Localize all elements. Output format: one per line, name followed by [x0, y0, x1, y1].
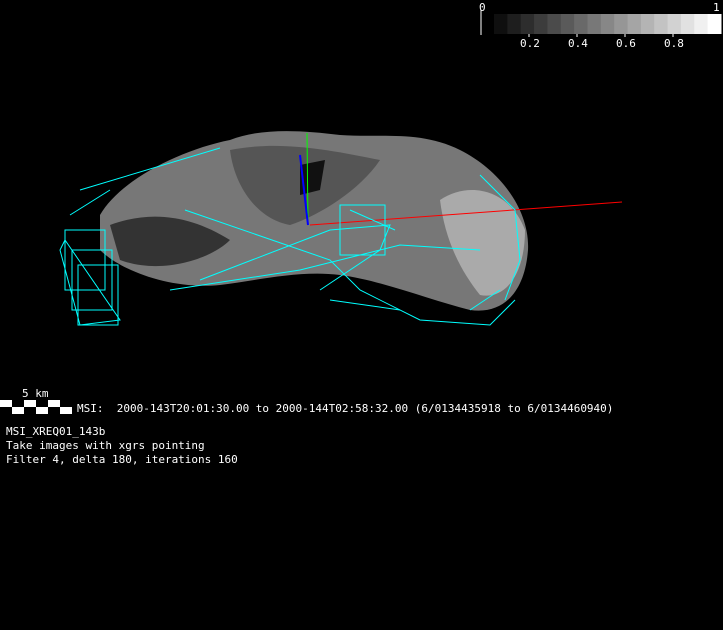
colorbar-swatch: [680, 14, 695, 34]
colorbar-max-label: 1: [713, 1, 720, 14]
sequence-name: MSI_XREQ01_143b: [6, 425, 106, 438]
colorbar-swatch: [614, 14, 629, 34]
colorbar-swatch: [600, 14, 615, 34]
colorbar-tick-label: 0.6: [616, 37, 636, 50]
colorbar-swatch: [560, 14, 575, 34]
colorbar-swatch: [587, 14, 602, 34]
asteroid-3d-view[interactable]: [0, 0, 723, 630]
colorbar-swatch: [574, 14, 588, 34]
scale-bar: [0, 400, 72, 414]
colorbar-swatch: [494, 14, 508, 34]
colorbar-swatch: [654, 14, 669, 34]
colorbar-tick-label: 0.2: [520, 37, 540, 50]
asteroid-shape: [100, 131, 529, 311]
colorbar-swatch: [520, 14, 535, 34]
colorbar-tick-label: 0.8: [664, 37, 684, 50]
colorbar-swatch: [627, 14, 642, 34]
colorbar-swatch: [640, 14, 655, 34]
colorbar-swatch: [534, 14, 548, 34]
scale-bar-label: 5 km: [22, 387, 49, 400]
colorbar-tick-label: 0.4: [568, 37, 588, 50]
colorbar-min-label: 0: [479, 1, 486, 14]
time-range-text: MSI: 2000-143T20:01:30.00 to 2000-144T02…: [77, 402, 614, 415]
colorbar-swatch: [694, 14, 709, 34]
sequence-description: Take images with xgrs pointing: [6, 439, 205, 452]
colorbar-swatch: [667, 14, 682, 34]
colorbar-swatch: [507, 14, 522, 34]
colorbar: [480, 10, 722, 37]
sequence-parameters: Filter 4, delta 180, iterations 160: [6, 453, 238, 466]
colorbar-swatch: [707, 14, 722, 34]
colorbar-swatch: [547, 14, 562, 34]
